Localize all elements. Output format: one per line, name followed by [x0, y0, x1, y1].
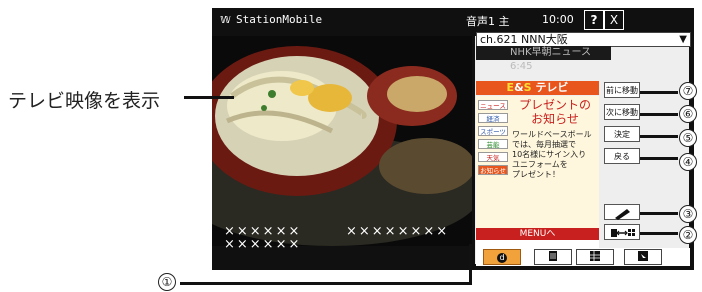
tab-document[interactable] [534, 249, 572, 265]
category-entertainment[interactable]: 芸能 [478, 139, 508, 149]
status-bar: 𝕨 StationMobile 音声1 主 10:00 ? X [212, 8, 694, 32]
callout-6: ⑥ [679, 105, 697, 123]
callout-2: ② [679, 226, 697, 244]
tv-video-display[interactable] [212, 36, 472, 246]
layout-toggle-icon [611, 229, 635, 237]
pen-icon [615, 209, 630, 220]
annotation-line-7 [640, 91, 678, 94]
pen-button[interactable] [604, 204, 640, 220]
promo-body: ワールドベースボール では、毎月抽選で 10名様にサイン入り ユニフォームを プ… [512, 130, 592, 179]
category-weather[interactable]: 天気 [478, 152, 508, 162]
close-button[interactable]: X [604, 10, 624, 30]
menu-link[interactable]: MENUへ [476, 228, 599, 240]
d-button-icon: d [497, 253, 507, 263]
tab-window[interactable] [624, 249, 662, 265]
brand-logo-s: S [523, 81, 532, 94]
chevron-down-icon: ▼ [679, 34, 687, 45]
callout-1: ① [158, 273, 176, 291]
annotation-line-3 [640, 212, 678, 215]
antenna-icon: 𝕨 [220, 12, 231, 26]
brand-logo-e: E [506, 81, 515, 94]
caption-right: ×××××××× [346, 224, 450, 239]
promo-headline: プレゼントの お知らせ [518, 98, 591, 126]
carrier-label: StationMobile [236, 13, 323, 26]
tab-grid[interactable] [576, 249, 614, 265]
category-economy[interactable]: 経済 [478, 113, 508, 123]
help-button[interactable]: ? [584, 10, 604, 30]
annotation-line-4 [640, 157, 678, 160]
channel-select[interactable]: ch.621 NNN大阪 ▼ [476, 32, 691, 47]
grid-icon [590, 251, 600, 261]
callout-3: ③ [679, 205, 697, 223]
document-icon [549, 251, 557, 261]
category-news[interactable]: ニュース [478, 100, 508, 110]
ok-button[interactable]: 決定 [604, 126, 640, 142]
brand-suffix: テレビ [535, 81, 569, 94]
callout-5: ⑤ [679, 129, 697, 147]
sound-mode-label[interactable]: 音声1 主 [466, 13, 510, 29]
program-title: NHK早朝ニュース6:45 [476, 46, 611, 72]
tv-caption: ×××××× ×××××× ×××××××× [224, 225, 474, 251]
brand-logo-and: & [514, 81, 524, 94]
callout-7: ⑦ [679, 82, 697, 100]
prev-button[interactable]: 前に移動 [604, 82, 640, 98]
annotation-line-tv [184, 96, 234, 99]
annotation-line-1-vert [469, 244, 472, 285]
brand-banner: E&S テレビ [476, 81, 599, 95]
annotation-line-2 [640, 232, 678, 235]
category-sports[interactable]: スポーツ [478, 126, 508, 136]
layout-toggle-button[interactable] [604, 224, 640, 240]
promo-content: ニュース 経済 スポーツ 芸能 天気 お知らせ プレゼントの お知らせ ワールド… [476, 96, 599, 228]
back-button[interactable]: 戻る [604, 148, 640, 164]
tab-data-broadcast[interactable]: d [483, 249, 521, 265]
annotation-side-text: テレビ映像を表示 [8, 90, 161, 112]
cursor-icon [638, 251, 648, 261]
annotation-line-5 [640, 135, 678, 138]
callout-4: ④ [679, 153, 697, 171]
clock: 10:00 [542, 13, 574, 26]
annotation-line-1 [180, 282, 472, 285]
bottom-toolbar: d [476, 248, 690, 266]
annotation-line-6 [640, 113, 678, 116]
next-button[interactable]: 次に移動 [604, 104, 640, 120]
category-notice[interactable]: お知らせ [478, 165, 508, 175]
channel-select-value: ch.621 NNN大阪 [480, 33, 568, 46]
tv-video-image [212, 36, 472, 246]
caption-left: ×××××× ×××××× [224, 224, 302, 252]
